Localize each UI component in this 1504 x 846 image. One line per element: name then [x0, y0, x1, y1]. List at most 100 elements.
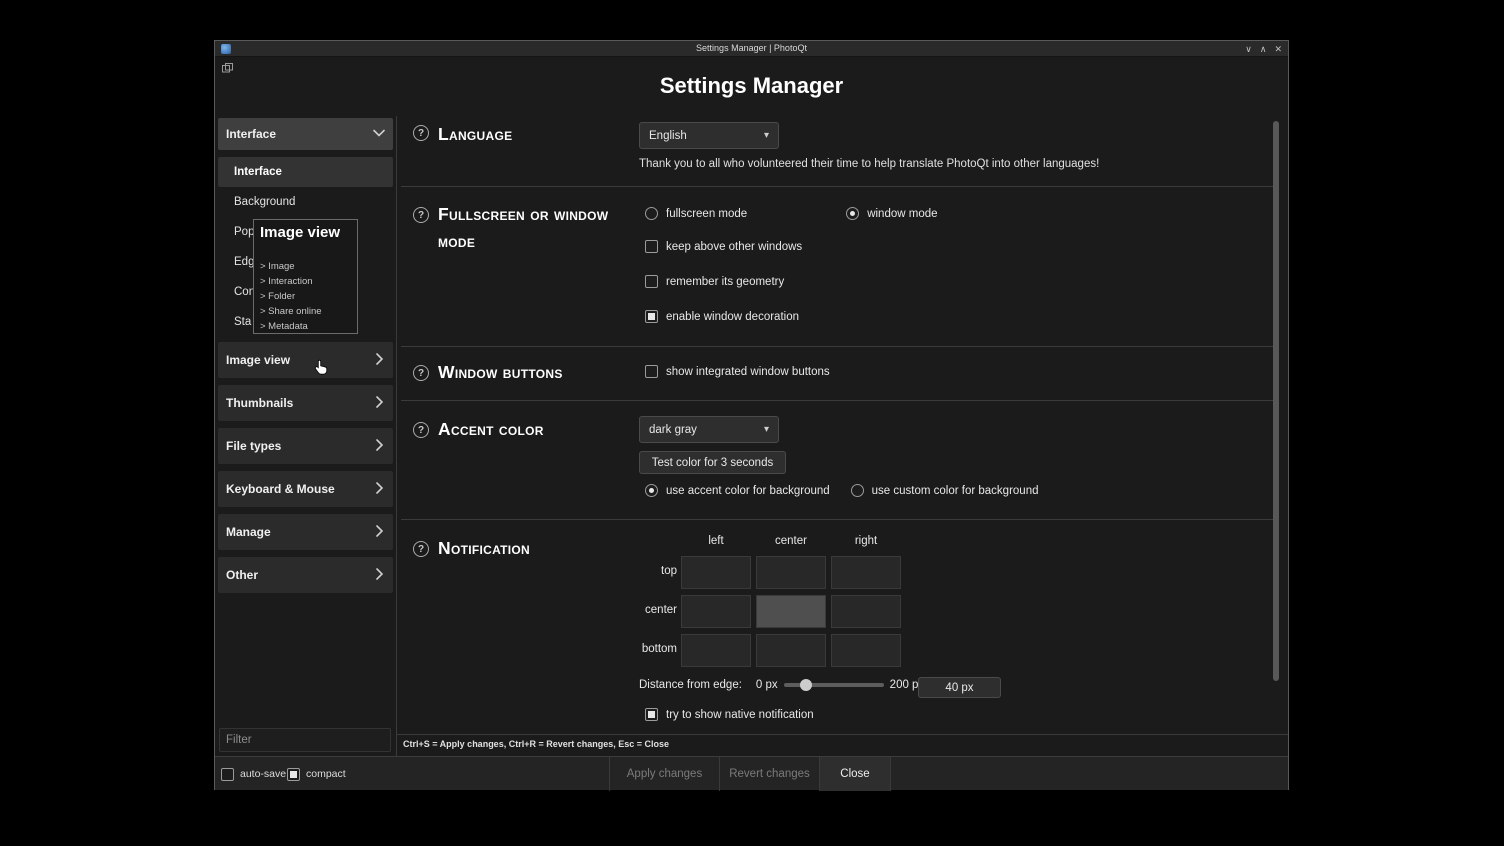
revert-changes-button[interactable]: Revert changes	[719, 757, 819, 791]
page-title: Settings Manager	[215, 73, 1288, 99]
shortcut-hints: Ctrl+S = Apply changes, Ctrl+R = Revert …	[403, 739, 669, 749]
distance-slider[interactable]	[784, 683, 884, 687]
tooltip-title: Image view	[260, 224, 351, 241]
distance-label: Distance from edge:	[639, 679, 742, 691]
apply-changes-button[interactable]: Apply changes	[609, 757, 719, 791]
checkbox-label: compact	[306, 768, 346, 780]
auto-save-checkbox[interactable]: auto-save	[221, 757, 286, 791]
background-color-radios[interactable]: use accent color for background use cust…	[645, 484, 1039, 497]
sidebar-category-image-view[interactable]: Image view	[218, 342, 393, 378]
fullscreen-mode-radio[interactable]: fullscreen mode window mode	[645, 207, 938, 220]
window-decoration-checkbox[interactable]: enable window decoration	[645, 310, 799, 323]
help-icon[interactable]: ?	[413, 365, 429, 381]
section-title-window-buttons: Window buttons	[438, 359, 563, 386]
help-icon[interactable]: ?	[413, 541, 429, 557]
window-controls: ∨ ∧ ✕	[1245, 41, 1282, 57]
radio-icon[interactable]	[846, 207, 859, 220]
sidebar-category-manage[interactable]: Manage	[218, 514, 393, 550]
distance-from-edge-row: Distance from edge: 0 px 200 px	[639, 679, 924, 691]
sidebar-category-thumbnails[interactable]: Thumbnails	[218, 385, 393, 421]
category-label: Thumbnails	[226, 396, 293, 410]
settings-manager-window: Settings Manager | PhotoQt ∨ ∧ ✕ Setting…	[214, 40, 1289, 790]
test-color-button[interactable]: Test color for 3 seconds	[639, 451, 786, 474]
radio-label: use accent color for background	[666, 485, 830, 497]
grid-column-label: center	[756, 535, 826, 547]
radio-icon[interactable]	[645, 484, 658, 497]
category-label: Image view	[226, 353, 290, 367]
radio-label: window mode	[867, 208, 937, 220]
section-divider	[401, 519, 1273, 520]
mouse-cursor-hand	[314, 359, 329, 378]
help-icon[interactable]: ?	[413, 207, 429, 223]
sidebar-item-background[interactable]: Background	[218, 187, 393, 217]
section-divider	[401, 346, 1273, 347]
footer-bar: auto-save compact Apply changes Revert c…	[215, 756, 1288, 790]
checkbox-icon	[287, 768, 300, 781]
chevron-down-icon: ▾	[764, 130, 769, 141]
minimize-icon[interactable]: ∨	[1245, 44, 1252, 55]
checkbox-icon	[645, 310, 658, 323]
dropdown-value: dark gray	[649, 424, 697, 436]
position-cell-bottom-left[interactable]	[681, 634, 751, 667]
native-notification-checkbox[interactable]: try to show native notification	[645, 708, 814, 721]
integrated-buttons-checkbox[interactable]: show integrated window buttons	[645, 365, 830, 378]
section-title-notification: Notification	[438, 535, 530, 562]
position-cell-bottom-right[interactable]	[831, 634, 901, 667]
content-scrollbar[interactable]	[1273, 121, 1279, 681]
category-label: Interface	[226, 127, 276, 141]
category-label: File types	[226, 439, 281, 453]
position-cell-bottom-center[interactable]	[756, 634, 826, 667]
sidebar-category-other[interactable]: Other	[218, 557, 393, 593]
help-icon[interactable]: ?	[413, 125, 429, 141]
maximize-icon[interactable]: ∧	[1260, 44, 1267, 55]
sidebar-category-file-types[interactable]: File types	[218, 428, 393, 464]
position-cell-center-right[interactable]	[831, 595, 901, 628]
checkbox-icon	[645, 275, 658, 288]
close-icon[interactable]: ✕	[1274, 44, 1282, 55]
keep-above-checkbox[interactable]: keep above other windows	[645, 240, 802, 253]
position-cell-center-left[interactable]	[681, 595, 751, 628]
checkbox-label: try to show native notification	[666, 709, 814, 721]
checkbox-label: remember its geometry	[666, 276, 784, 288]
sidebar-category-interface[interactable]: Interface	[218, 118, 393, 150]
sidebar-category-keyboard-mouse[interactable]: Keyboard & Mouse	[218, 471, 393, 507]
slider-handle[interactable]	[800, 679, 812, 691]
grid-column-label: right	[831, 535, 901, 547]
chevron-right-icon	[370, 436, 388, 457]
position-cell-top-center[interactable]	[756, 556, 826, 589]
section-title-window-mode: Fullscreen or window mode	[438, 201, 638, 255]
remember-geometry-checkbox[interactable]: remember its geometry	[645, 275, 784, 288]
checkbox-icon	[221, 768, 234, 781]
position-cell-top-left[interactable]	[681, 556, 751, 589]
filter-input[interactable]	[219, 728, 391, 752]
chevron-down-icon: ▾	[764, 424, 769, 435]
sidebar-item-interface[interactable]: Interface	[218, 157, 393, 187]
compact-checkbox[interactable]: compact	[287, 757, 346, 791]
tooltip-item: > Folder	[260, 289, 322, 304]
position-cell-top-right[interactable]	[831, 556, 901, 589]
grid-row-label: top	[595, 565, 677, 577]
sidebar-divider	[396, 116, 397, 756]
accent-color-dropdown[interactable]: dark gray ▾	[639, 416, 779, 443]
close-button[interactable]: Close	[819, 757, 891, 791]
section-divider	[401, 400, 1273, 401]
checkbox-icon	[645, 365, 658, 378]
image-view-tooltip: Image view > Image > Interaction > Folde…	[253, 219, 358, 334]
radio-icon	[645, 207, 658, 220]
checkbox-label: show integrated window buttons	[666, 366, 830, 378]
language-dropdown[interactable]: English ▾	[639, 122, 779, 149]
chevron-down-icon	[370, 124, 388, 145]
chevron-right-icon	[370, 479, 388, 500]
sidebar-item-label: Con	[234, 286, 255, 298]
titlebar-title: Settings Manager | PhotoQt	[215, 41, 1288, 56]
tooltip-item: > Metadata	[260, 319, 322, 334]
language-note: Thank you to all who volunteered their t…	[639, 158, 1099, 170]
position-cell-center-center[interactable]	[756, 595, 826, 628]
radio-icon[interactable]	[851, 484, 864, 497]
section-title-language: Language	[438, 121, 512, 148]
checkbox-label: keep above other windows	[666, 241, 802, 253]
distance-value-box[interactable]: 40 px	[918, 677, 1001, 698]
sidebar-item-label: Background	[234, 196, 295, 208]
help-icon[interactable]: ?	[413, 422, 429, 438]
chevron-right-icon	[370, 350, 388, 371]
